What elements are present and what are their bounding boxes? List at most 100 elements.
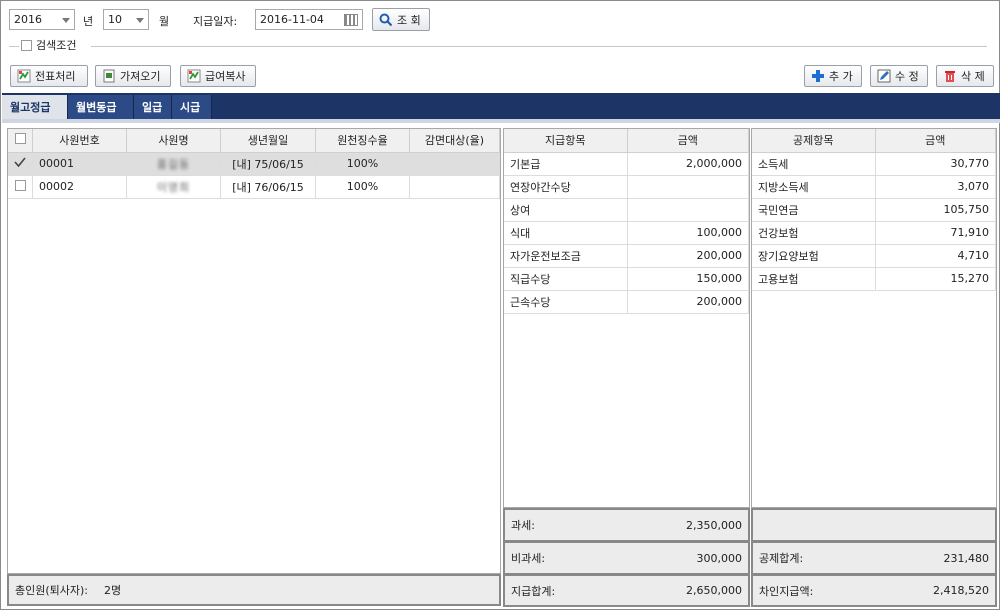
pay-amount-cell[interactable]: 200,000 (627, 290, 749, 314)
month-value: 10 (108, 13, 122, 26)
pay-amount-cell[interactable]: 150,000 (627, 267, 749, 291)
deduction-amount-cell[interactable]: 30,770 (875, 152, 996, 176)
pay-date-input[interactable]: 2016-11-04 (255, 9, 363, 30)
table-row[interactable]: 연장야간수당 (504, 175, 749, 199)
net-pay-summary: 차인지급액: 2,418,520 (751, 574, 997, 607)
pay-item-cell: 직급수당 (504, 267, 628, 291)
deduction-amount-cell[interactable]: 15,270 (875, 267, 996, 291)
select-all-checkbox[interactable] (14, 133, 26, 145)
copy-pay-button-label: 급여복사 (205, 70, 246, 83)
table-row[interactable]: 지방소득세 3,070 (752, 175, 996, 199)
deduction-item-cell: 소득세 (752, 152, 876, 176)
table-row[interactable]: 국민연금 105,750 (752, 198, 996, 222)
col-pay-amount[interactable]: 금액 (627, 129, 749, 153)
add-button[interactable]: 추 가 (804, 65, 862, 87)
table-row[interactable]: 직급수당 150,000 (504, 267, 749, 291)
pay-date-value: 2016-11-04 (260, 13, 324, 26)
table-row[interactable]: 00002 이영희 [내] 76/06/15 100% (8, 175, 500, 199)
edit-button[interactable]: 수 정 (870, 65, 928, 87)
headcount-value: 2명 (104, 584, 122, 597)
pay-total-summary: 지급합계: 2,650,000 (503, 574, 750, 607)
employee-id-cell: 00001 (32, 152, 127, 176)
deduction-amount-cell[interactable]: 3,070 (875, 175, 996, 199)
col-deduction-amount[interactable]: 금액 (875, 129, 996, 153)
row-checkbox-cell[interactable] (8, 175, 33, 199)
tab-bar: 월고정급 월변동급 일급 시급 (2, 93, 1000, 119)
edit-button-label: 수 정 (895, 70, 919, 83)
payroll-window: 2016 년 10 월 지급일자: 2016-11-04 조 회 검색조건 전표… (0, 0, 1000, 610)
table-row[interactable]: 00001 홍길동 [내] 75/06/15 100% (8, 152, 500, 176)
row-checkbox-cell[interactable] (8, 152, 33, 176)
pay-item-cell: 기본급 (504, 152, 628, 176)
nontaxable-label: 비과세: (511, 552, 546, 565)
blank-summary (751, 508, 997, 542)
col-reduction[interactable]: 감면대상(율) (409, 129, 500, 153)
table-row[interactable]: 근속수당 200,000 (504, 290, 749, 314)
deduction-amount-cell[interactable]: 105,750 (875, 198, 996, 222)
nontaxable-value: 300,000 (696, 551, 743, 565)
pay-amount-cell[interactable] (627, 198, 749, 222)
voucher-button[interactable]: 전표처리 (10, 65, 88, 87)
col-employee-name[interactable]: 사원명 (126, 129, 221, 153)
taxable-value: 2,350,000 (686, 518, 742, 532)
pay-amount-cell[interactable]: 200,000 (627, 244, 749, 268)
table-row[interactable]: 고용보험 15,270 (752, 267, 996, 291)
pay-amount-cell[interactable] (627, 175, 749, 199)
nontaxable-summary: 비과세: 300,000 (503, 541, 750, 575)
check-icon[interactable] (14, 156, 26, 168)
tab-daily[interactable]: 일급 (134, 95, 172, 119)
deduction-items-grid: 공제항목 금액 소득세 30,770 지방소득세 3,070 국민연금 105,750… (751, 128, 997, 508)
pay-item-cell: 자가운전보조금 (504, 244, 628, 268)
deduction-item-cell: 고용보험 (752, 267, 876, 291)
tab-strip-border (2, 119, 1000, 123)
col-withholding-rate[interactable]: 원천징수율 (315, 129, 410, 153)
table-row[interactable]: 소득세 30,770 (752, 152, 996, 176)
deduction-amount-cell[interactable]: 71,910 (875, 221, 996, 245)
voucher-button-label: 전표처리 (35, 70, 76, 83)
table-row[interactable]: 기본급 2,000,000 (504, 152, 749, 176)
pay-item-cell: 근속수당 (504, 290, 628, 314)
deduction-amount-cell[interactable]: 4,710 (875, 244, 996, 268)
table-row[interactable]: 식대 100,000 (504, 221, 749, 245)
voucher-icon (17, 69, 31, 83)
delete-button-label: 삭 제 (961, 70, 985, 83)
tab-monthly-variable[interactable]: 월변동급 (68, 95, 134, 119)
select-all-header[interactable] (8, 129, 33, 153)
search-criteria-checkbox[interactable] (21, 39, 32, 51)
employee-name-cell: 홍길동 (126, 152, 221, 176)
row-checkbox[interactable] (14, 179, 26, 191)
pay-amount-cell[interactable]: 100,000 (627, 221, 749, 245)
import-button[interactable]: 가져오기 (95, 65, 171, 87)
col-employee-id[interactable]: 사원번호 (32, 129, 127, 153)
table-row[interactable]: 상여 (504, 198, 749, 222)
search-button[interactable]: 조 회 (372, 8, 430, 31)
chevron-down-icon (62, 18, 70, 23)
table-row[interactable]: 건강보험 71,910 (752, 221, 996, 245)
table-row[interactable]: 자가운전보조금 200,000 (504, 244, 749, 268)
employee-name: 홍길동 (156, 157, 191, 171)
copy-pay-button[interactable]: 급여복사 (180, 65, 256, 87)
pay-amount-cell[interactable]: 2,000,000 (627, 152, 749, 176)
calendar-icon[interactable] (344, 14, 358, 26)
net-pay-label: 차인지급액: (759, 584, 814, 598)
table-row[interactable]: 장기요양보험 4,710 (752, 244, 996, 268)
search-criteria-toggle[interactable]: 검색조건 (21, 37, 76, 53)
month-select[interactable]: 10 (103, 9, 149, 30)
tab-monthly-fixed[interactable]: 월고정급 (2, 95, 68, 119)
search-icon (379, 13, 393, 26)
deduction-item-cell: 지방소득세 (752, 175, 876, 199)
employee-name: 이영희 (156, 180, 191, 194)
col-deduction-item[interactable]: 공제항목 (752, 129, 876, 153)
delete-button[interactable]: 삭 제 (936, 65, 994, 87)
year-select[interactable]: 2016 (9, 9, 75, 30)
col-birth-date[interactable]: 생년월일 (220, 129, 316, 153)
deduction-total-summary: 공제합계: 231,480 (751, 541, 997, 575)
import-button-label: 가져오기 (120, 70, 161, 83)
tab-hourly[interactable]: 시급 (172, 95, 212, 119)
plus-icon (812, 70, 824, 82)
pay-total-label: 지급합계: (511, 584, 556, 598)
divider (91, 46, 987, 47)
year-value: 2016 (14, 13, 42, 26)
month-unit-label: 월 (159, 15, 170, 28)
col-pay-item[interactable]: 지급항목 (504, 129, 628, 153)
